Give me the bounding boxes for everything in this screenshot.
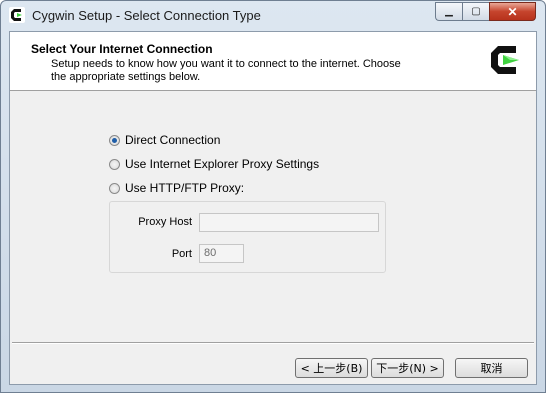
wizard-panel: Select Your Internet Connection Setup ne… xyxy=(9,31,537,385)
proxy-host-label: Proxy Host xyxy=(138,216,192,228)
radio-unselected-icon xyxy=(109,158,120,170)
cygwin-logo-icon xyxy=(488,43,522,77)
cygwin-app-icon xyxy=(9,7,25,23)
proxy-settings-group xyxy=(109,201,386,273)
radio-label-ie-proxy: Use Internet Explorer Proxy Settings xyxy=(125,157,320,171)
radio-label-direct: Direct Connection xyxy=(125,133,221,147)
page-description: Setup needs to know how you want it to c… xyxy=(51,58,401,83)
maximize-icon: ▢ xyxy=(471,6,481,17)
maximize-button[interactable]: ▢ xyxy=(462,2,489,21)
radio-http-ftp-proxy[interactable]: Use HTTP/FTP Proxy: xyxy=(109,181,244,195)
minimize-icon: ▁ xyxy=(445,6,453,17)
page-title: Select Your Internet Connection xyxy=(31,42,213,56)
title-bar[interactable]: Cygwin Setup - Select Connection Type ▁ … xyxy=(1,1,545,31)
window-controls: ▁ ▢ ✕ xyxy=(435,2,536,21)
radio-label-http-proxy: Use HTTP/FTP Proxy: xyxy=(125,181,245,195)
footer-divider xyxy=(12,342,534,344)
radio-unselected-icon xyxy=(109,182,120,194)
proxy-port-label: Port xyxy=(171,248,192,260)
close-icon: ✕ xyxy=(507,4,518,19)
back-button[interactable]: < 上一步(B) xyxy=(295,358,368,378)
proxy-host-input[interactable] xyxy=(199,213,379,232)
proxy-port-input[interactable]: 80 xyxy=(199,244,244,263)
wizard-header: Select Your Internet Connection Setup ne… xyxy=(10,32,536,91)
radio-direct-connection[interactable]: Direct Connection xyxy=(109,133,220,147)
window-title: Cygwin Setup - Select Connection Type xyxy=(32,8,261,23)
radio-ie-proxy[interactable]: Use Internet Explorer Proxy Settings xyxy=(109,157,319,171)
setup-window: Cygwin Setup - Select Connection Type ▁ … xyxy=(0,0,546,393)
radio-selected-icon xyxy=(109,134,120,146)
cancel-button[interactable]: 取消 xyxy=(455,358,528,378)
minimize-button[interactable]: ▁ xyxy=(435,2,462,21)
close-button[interactable]: ✕ xyxy=(489,2,536,21)
next-button[interactable]: 下一步(N) > xyxy=(371,358,444,378)
